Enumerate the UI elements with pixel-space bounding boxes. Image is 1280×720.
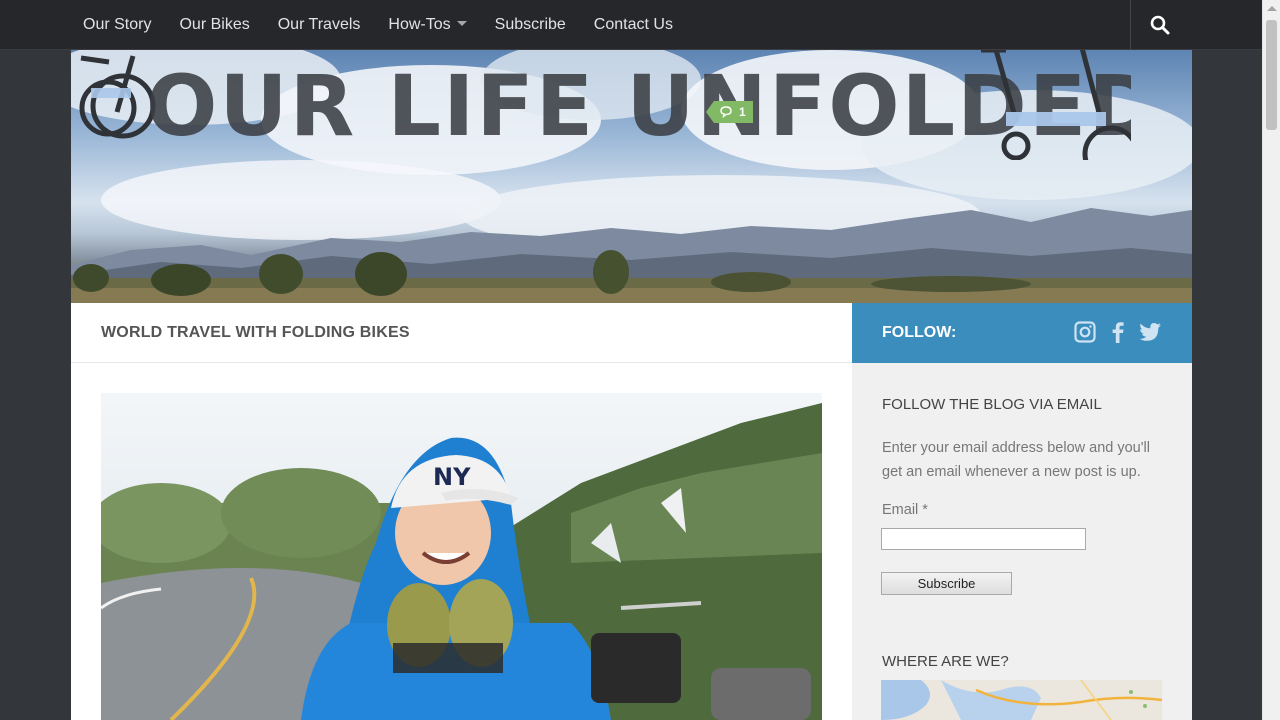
search-icon[interactable] [1148, 13, 1172, 37]
email-widget-description: Enter your email address below and you'l… [882, 440, 1150, 480]
sidebar: FOLLOW: FOLLOW THE BLOG VIA EMAIL Enter … [852, 303, 1192, 720]
nav-item-label: How-Tos [388, 16, 451, 33]
nav-item-label: Our Bikes [179, 16, 250, 33]
site-logo[interactable]: OUR LIFE UNFOLDED [71, 50, 1131, 160]
subscribe-button[interactable]: Subscribe [881, 572, 1012, 595]
location-map[interactable] [881, 680, 1162, 720]
nav-item-our-story[interactable]: Our Story [69, 0, 165, 50]
scrollbar-thumb[interactable] [1266, 20, 1277, 130]
map-widget-title: WHERE ARE WE? [882, 653, 1009, 670]
email-field-label: Email * [882, 502, 928, 518]
email-widget-title: FOLLOW THE BLOG VIA EMAIL [882, 396, 1102, 413]
twitter-icon[interactable] [1138, 320, 1162, 344]
email-field[interactable] [881, 528, 1086, 550]
site-tagline: WORLD TRAVEL WITH FOLDING BIKES [101, 324, 410, 341]
nav-item-label: Contact Us [593, 16, 673, 33]
follow-bar: FOLLOW: [852, 303, 1192, 363]
nav-item-label: Our Story [83, 16, 152, 33]
nav-item-our-bikes[interactable]: Our Bikes [165, 0, 263, 50]
nav-divider [1130, 0, 1131, 50]
comments-icon [720, 106, 732, 118]
nav-item-our-travels[interactable]: Our Travels [264, 0, 375, 50]
site-title-text: OUR LIFE UNFOLDED [146, 57, 1131, 155]
instagram-icon[interactable] [1073, 320, 1097, 344]
nav-menu: Our Story Our Bikes Our Travels How-Tos … [69, 0, 687, 50]
svg-text:NY: NY [433, 463, 471, 491]
main-content: WORLD TRAVEL WITH FOLDING BIKES NY [71, 303, 852, 720]
featured-post-image[interactable]: NY [101, 393, 822, 720]
divider [71, 362, 852, 363]
comment-count-badge[interactable]: 1 [706, 101, 753, 123]
nav-item-subscribe[interactable]: Subscribe [481, 0, 580, 50]
comment-count: 1 [739, 105, 746, 119]
nav-item-contact-us[interactable]: Contact Us [580, 0, 687, 50]
caret-down-icon [456, 21, 467, 27]
nav-item-label: Subscribe [494, 16, 566, 33]
nav-item-how-tos[interactable]: How-Tos [374, 0, 480, 50]
scroll-up-icon[interactable] [1267, 6, 1277, 11]
facebook-icon[interactable] [1106, 320, 1130, 344]
top-navigation: Our Story Our Bikes Our Travels How-Tos … [0, 0, 1262, 50]
nav-item-label: Our Travels [277, 16, 361, 33]
header-banner[interactable]: OUR LIFE UNFOLDED [71, 50, 1192, 303]
page-scrollbar[interactable] [1262, 0, 1280, 720]
follow-label: FOLLOW: [882, 324, 957, 341]
